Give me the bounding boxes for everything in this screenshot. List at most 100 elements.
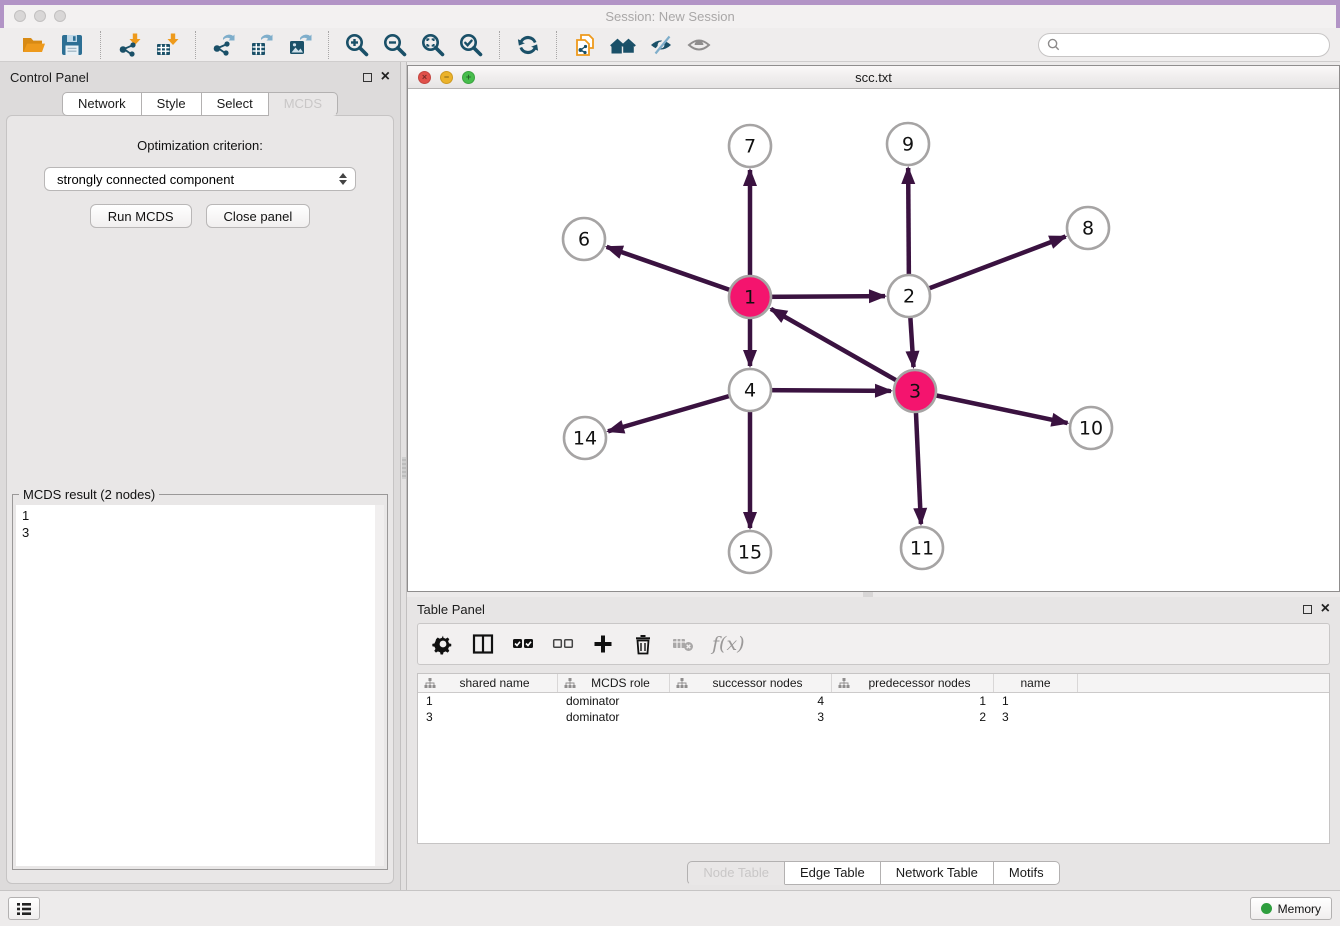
graph-node-label: 2 [903,286,915,308]
export-image-icon[interactable] [284,31,316,59]
graph-edge-1-6[interactable] [607,247,750,297]
result-line: 1 [22,507,378,524]
refresh-icon[interactable] [512,31,544,59]
graph-node-label: 9 [902,134,914,156]
memory-label: Memory [1278,902,1321,916]
settings-gear-icon[interactable] [432,631,454,657]
import-table-icon[interactable] [151,31,183,59]
result-line: 3 [22,524,378,541]
open-session-folder-icon[interactable] [18,31,50,59]
memory-button[interactable]: Memory [1250,897,1332,920]
tab-mcds[interactable]: MCDS [269,92,338,116]
eye-icon[interactable] [683,31,715,59]
deselect-all-icon[interactable] [552,631,574,657]
column-header-shared-name[interactable]: shared name [418,674,558,692]
zoom-in-icon[interactable] [341,31,373,59]
graph-node-label: 10 [1079,418,1103,440]
control-panel: Control Panel × NetworkStyleSelectMCDS O… [0,62,400,890]
table-cell[interactable]: 1 [418,693,558,709]
result-scrollbar [375,505,384,866]
split-handle[interactable] [863,592,873,597]
zoom-out-icon[interactable] [379,31,411,59]
network-window-titlebar[interactable]: × − + scc.txt [408,66,1339,89]
column-header-predecessor-nodes[interactable]: predecessor nodes [832,674,994,692]
table-row[interactable]: 3dominator323 [418,709,1329,725]
table-cell[interactable]: 2 [832,709,994,725]
toolbar-separator [195,31,196,59]
horizontal-split-divider[interactable] [407,592,1340,597]
close-panel-icon[interactable]: × [381,72,390,82]
table-cell[interactable]: dominator [558,693,670,709]
table-cell[interactable]: 4 [670,693,832,709]
tab-motifs[interactable]: Motifs [994,861,1060,885]
run-mcds-button[interactable]: Run MCDS [90,204,192,228]
graph-node-label: 4 [744,380,756,402]
mcds-result-text[interactable]: 13 [16,505,384,866]
save-session-icon[interactable] [56,31,88,59]
select-all-icon[interactable] [512,631,534,657]
table-cell[interactable]: 1 [994,693,1078,709]
network-window-title: scc.txt [408,70,1339,85]
double-home-icon[interactable] [607,31,639,59]
close-panel-icon[interactable]: × [1321,604,1330,614]
split-handle[interactable] [402,457,406,479]
zoom-selected-icon[interactable] [455,31,487,59]
node-table: shared nameMCDS rolesuccessor nodesprede… [417,673,1330,844]
delete-table-icon [672,631,694,657]
task-history-button[interactable] [8,897,40,920]
tab-select[interactable]: Select [202,92,269,116]
graph-edge-3-10[interactable] [915,391,1068,423]
delete-row-icon[interactable] [632,631,654,657]
mcds-tab-content: Optimization criterion: strongly connect… [6,115,394,884]
tab-style[interactable]: Style [142,92,202,116]
search-input[interactable] [1065,37,1321,52]
toolbar-separator [328,31,329,59]
tab-node-table[interactable]: Node Table [687,861,785,885]
node-table-body[interactable]: 1dominator4113dominator323 [418,693,1329,843]
graph-node-label: 8 [1082,218,1094,240]
mcds-result-title: MCDS result (2 nodes) [19,487,159,502]
graph-node-label: 7 [744,136,756,158]
add-row-icon[interactable] [592,631,614,657]
vertical-split-divider[interactable] [400,62,407,890]
memory-status-icon [1261,903,1272,914]
tab-edge-table[interactable]: Edge Table [785,861,881,885]
export-network-icon[interactable] [208,31,240,59]
column-header-name[interactable]: name [994,674,1078,692]
criterion-dropdown[interactable]: strongly connected component [44,167,356,191]
tab-network-table[interactable]: Network Table [881,861,994,885]
column-header-MCDS-role[interactable]: MCDS role [558,674,670,692]
function-builder-icon: f(x) [712,631,745,657]
control-panel-title: Control Panel [10,70,89,85]
app-titlebar: Session: New Session [0,0,1340,28]
graph-node-label: 14 [573,428,597,450]
column-type-icon [838,678,850,689]
table-cell[interactable]: 1 [832,693,994,709]
table-cell[interactable]: 3 [670,709,832,725]
table-cell[interactable]: dominator [558,709,670,725]
graph-node-label: 6 [578,229,590,251]
column-header-successor-nodes[interactable]: successor nodes [670,674,832,692]
toggle-columns-icon[interactable] [472,631,494,657]
table-cell[interactable]: 3 [994,709,1078,725]
close-panel-button[interactable]: Close panel [206,204,311,228]
table-cell[interactable]: 3 [418,709,558,725]
import-network-icon[interactable] [113,31,145,59]
table-row[interactable]: 1dominator411 [418,693,1329,709]
export-table-icon[interactable] [246,31,278,59]
search-field[interactable] [1038,33,1330,57]
main-toolbar [0,28,1340,62]
zoom-fit-icon[interactable] [417,31,449,59]
duplicate-network-icon[interactable] [569,31,601,59]
tab-network[interactable]: Network [62,92,142,116]
table-toolbar: f(x) [417,623,1330,665]
network-canvas[interactable]: 7968124314101511 [408,89,1339,591]
mcds-result-fieldset: MCDS result (2 nodes) 13 [12,494,388,870]
graph-edge-2-8[interactable] [909,237,1066,296]
float-panel-icon[interactable] [363,73,372,82]
graph-edge-3-1[interactable] [771,309,915,391]
eye-slash-icon[interactable] [645,31,677,59]
float-panel-icon[interactable] [1303,605,1312,614]
graph-node-label: 1 [744,287,756,309]
toolbar-separator [556,31,557,59]
